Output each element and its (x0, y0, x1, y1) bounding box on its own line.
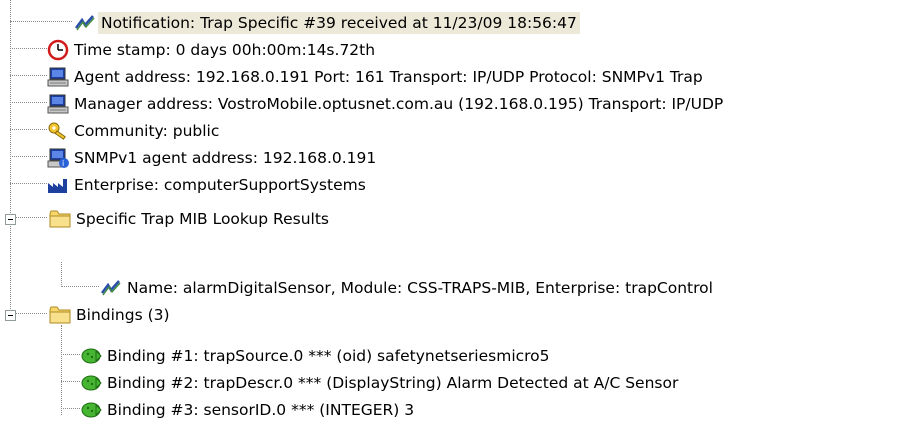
folder-icon (49, 304, 71, 326)
tree-item-label: Binding #1: trapSource.0 *** (oid) safet… (107, 347, 550, 365)
tree-folder-mib-lookup[interactable]: Specific Trap MIB Lookup Results (0, 205, 906, 233)
tree-item-binding-1[interactable]: Binding #1: trapSource.0 *** (oid) safet… (0, 342, 906, 370)
tree-item-label: Community: public (74, 122, 220, 140)
tree-item-label: Time stamp: 0 days 00h:00m:14s.72th (74, 41, 376, 59)
tree-item-binding-2[interactable]: Binding #2: trapDescr.0 *** (DisplayStri… (0, 369, 906, 397)
tree-item-label: Notification: Trap Specific #39 received… (98, 12, 580, 34)
binding-icon (80, 345, 102, 367)
clock-icon (47, 39, 69, 61)
tree-item-snmpv1-agent[interactable]: i SNMPv1 agent address: 192.168.0.191 (0, 144, 906, 172)
trap-notification-icon (100, 277, 122, 299)
trap-notification-icon (74, 12, 96, 34)
tree-folder-bindings[interactable]: Bindings (3) (0, 301, 906, 329)
tree-item-agent-address[interactable]: Agent address: 192.168.0.191 Port: 161 T… (0, 63, 906, 91)
tree-item-trap-name[interactable]: Name: alarmDigitalSensor, Module: CSS-TR… (0, 274, 906, 302)
tree-item-label: Binding #2: trapDescr.0 *** (DisplayStri… (107, 374, 679, 392)
factory-icon (47, 174, 69, 196)
key-icon (47, 120, 69, 142)
folder-icon (49, 208, 71, 230)
tree-item-binding-3[interactable]: Binding #3: sensorID.0 *** (INTEGER) 3 (0, 396, 906, 424)
tree-item-community[interactable]: Community: public (0, 117, 906, 145)
tree-item-notification[interactable]: Notification: Trap Specific #39 received… (0, 9, 906, 37)
agent-computer-icon: i (47, 147, 69, 169)
binding-icon (80, 372, 102, 394)
tree-item-label: Bindings (3) (76, 306, 170, 324)
tree-item-label: SNMPv1 agent address: 192.168.0.191 (74, 149, 377, 167)
tree-item-timestamp[interactable]: Time stamp: 0 days 00h:00m:14s.72th (0, 36, 906, 64)
tree-item-enterprise[interactable]: Enterprise: computerSupportSystems (0, 171, 906, 199)
collapse-icon[interactable] (5, 310, 16, 321)
tree-item-label: Specific Trap MIB Lookup Results (76, 210, 329, 228)
tree-item-label: Manager address: VostroMobile.optusnet.c… (74, 95, 724, 113)
tree-item-label: Name: alarmDigitalSensor, Module: CSS-TR… (127, 279, 713, 297)
computer-icon (47, 66, 69, 88)
collapse-icon[interactable] (5, 214, 16, 225)
svg-text:i: i (62, 159, 64, 168)
binding-icon (80, 399, 102, 421)
tree-item-manager-address[interactable]: Manager address: VostroMobile.optusnet.c… (0, 90, 906, 118)
tree-item-label: Binding #3: sensorID.0 *** (INTEGER) 3 (107, 401, 415, 419)
tree-item-label: Agent address: 192.168.0.191 Port: 161 T… (74, 68, 703, 86)
computer-icon (47, 93, 69, 115)
tree-item-label: Enterprise: computerSupportSystems (74, 176, 366, 194)
